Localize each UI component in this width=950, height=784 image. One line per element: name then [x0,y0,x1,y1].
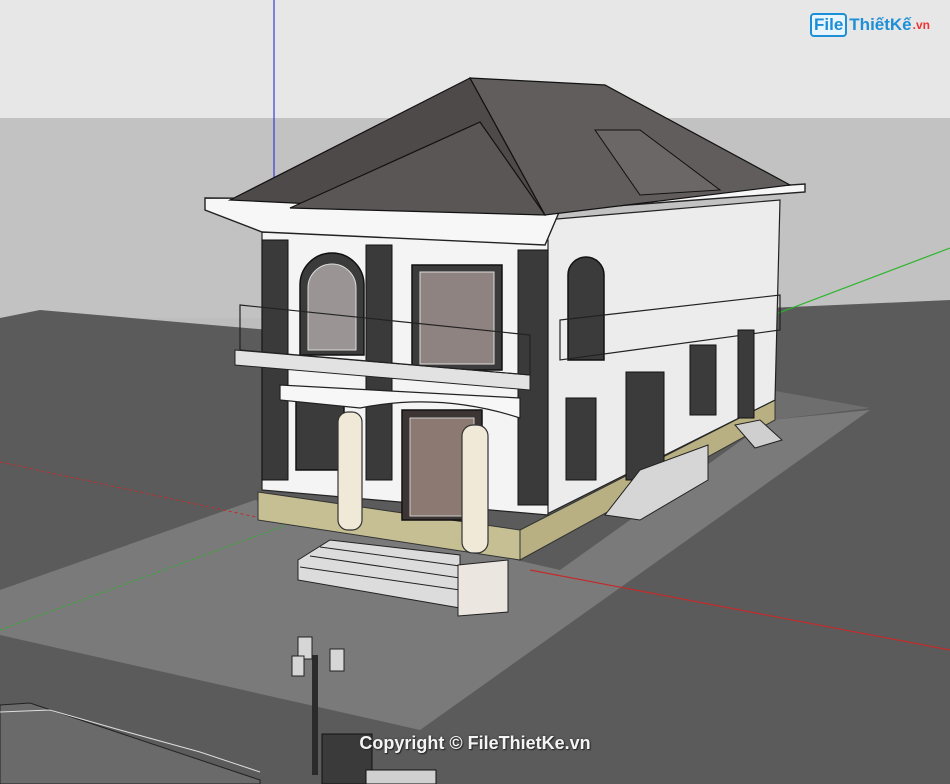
brand-logo: File ThiếtKế .vn [810,10,930,40]
side-window-ground [565,397,597,481]
sketchup-viewport [0,0,950,784]
copyright-watermark: Copyright © FileThietKe.vn [359,733,591,753]
step-pedestal [457,559,509,617]
logo-file-mark: File [810,13,848,37]
street-lamp-pole [312,655,318,775]
logo-tld: .vn [912,18,930,32]
side-door-2 [737,329,755,419]
street-lamp-head-right [329,648,345,672]
arched-window-side [567,256,605,361]
bottom-box-2 [365,769,437,784]
column-right [461,424,489,554]
logo-name: ThiếtKế [849,15,912,34]
arched-window-left-glass [307,263,357,351]
street-lamp-head-mid [291,655,305,677]
side-window-2 [689,344,717,416]
column-left [337,411,363,531]
center-window-upper-glass [419,271,495,365]
